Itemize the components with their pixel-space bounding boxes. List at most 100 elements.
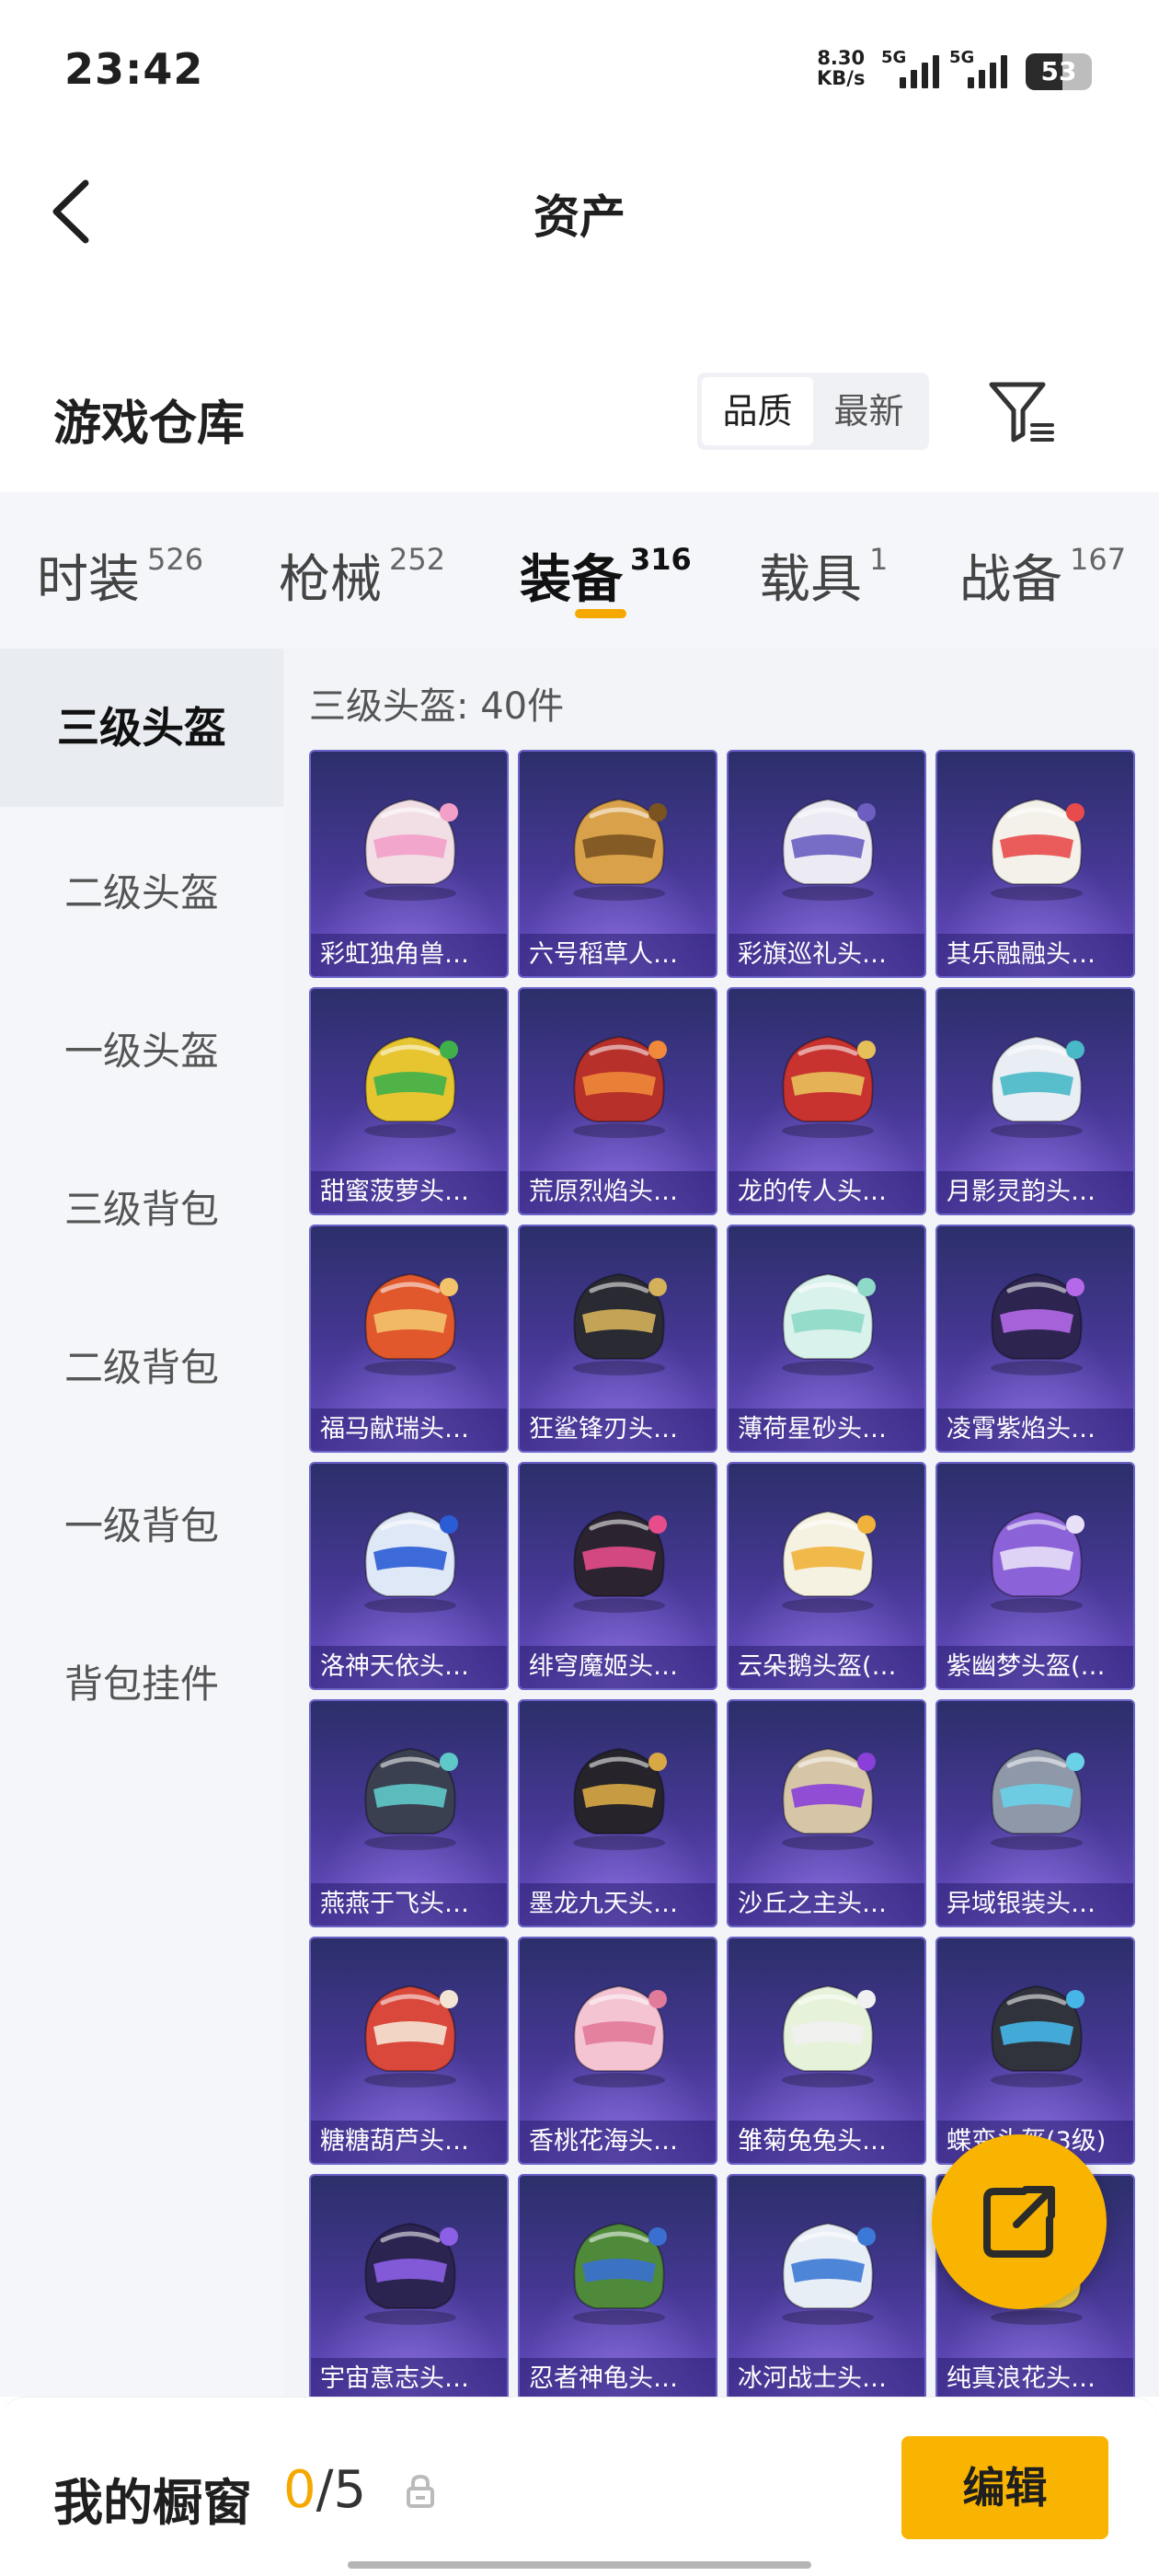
helmet-image <box>364 1272 458 1375</box>
edit-button[interactable]: 编辑 <box>901 2436 1108 2539</box>
status-time: 23:42 <box>64 44 204 94</box>
item-name: 紫幽梦头盔(… <box>937 1646 1133 1688</box>
item-name: 薄荷星砂头… <box>729 1409 924 1451</box>
tab-supplies[interactable]: 战备 167 <box>959 538 1126 613</box>
item-card[interactable]: 蝶变头盔(3级) <box>935 1937 1135 2165</box>
tab-equipment[interactable]: 装备 316 <box>520 538 692 613</box>
network-speed: 8.30 KB/s <box>817 48 865 88</box>
item-card[interactable]: 香桃花海头… <box>518 1937 717 2165</box>
item-card[interactable]: 龙的传人头… <box>727 987 926 1215</box>
sidebar-item-level3-helmet[interactable]: 三级头盔 <box>0 649 283 807</box>
helmet-image <box>991 1510 1084 1613</box>
item-card[interactable]: 绯穹魔姬头… <box>518 1462 717 1690</box>
item-name: 六号稻草人… <box>520 934 716 976</box>
share-icon <box>983 2186 1055 2258</box>
item-name: 沙丘之主头… <box>729 1883 924 1926</box>
helmet-image <box>573 1984 667 2087</box>
item-card[interactable]: 狂鲨锋刃头… <box>518 1225 717 1453</box>
sidebar-item-level2-backpack[interactable]: 二级背包 <box>0 1337 283 1393</box>
sort-toggle: 品质 最新 <box>697 373 929 450</box>
home-indicator[interactable] <box>348 2561 811 2569</box>
helmet-image <box>573 1035 667 1138</box>
showcase-bar: 我的橱窗 0/5 编辑 <box>0 2397 1159 2576</box>
item-card[interactable]: 洛神天依头… <box>309 1462 509 1690</box>
item-card[interactable]: 宇宙意志头… <box>309 2174 509 2402</box>
helmet-image <box>991 1035 1084 1138</box>
helmet-image <box>364 798 458 901</box>
item-name: 绯穹魔姬头… <box>520 1646 716 1688</box>
item-card[interactable]: 荒原烈焰头… <box>518 987 717 1215</box>
signal-icon-sim1: 5G <box>881 48 939 88</box>
item-name: 彩虹独角兽… <box>311 934 507 976</box>
item-card[interactable]: 雏菊兔兔头… <box>727 1937 926 2165</box>
helmet-image <box>991 1272 1084 1375</box>
item-name: 香桃花海头… <box>520 2121 716 2163</box>
sort-option-quality[interactable]: 品质 <box>702 377 813 445</box>
helmet-image <box>573 1272 667 1375</box>
helmet-image <box>782 1984 876 2087</box>
helmet-image <box>991 1984 1084 2087</box>
filter-icon <box>989 382 1054 443</box>
tab-vehicles[interactable]: 载具 1 <box>759 538 888 613</box>
item-card[interactable]: 沙丘之主头… <box>727 1699 926 1927</box>
item-card[interactable]: 冰河战士头… <box>727 2174 926 2402</box>
helmet-image <box>782 1747 876 1850</box>
helmet-image <box>364 1747 458 1850</box>
sidebar-item-level3-backpack[interactable]: 三级背包 <box>0 1179 283 1235</box>
helmet-image <box>782 1035 876 1138</box>
item-card[interactable]: 彩旗巡礼头… <box>727 750 926 978</box>
item-name: 月影灵韵头… <box>937 1171 1133 1213</box>
showcase-count: 0/5 <box>283 2460 367 2520</box>
battery-icon: 53 <box>1026 53 1092 90</box>
showcase-label: 我的橱窗 <box>53 2474 252 2532</box>
category-tabs: 时装 526 枪械 252 装备 316 载具 1 战备 167 <box>0 492 1159 649</box>
item-card[interactable]: 异域银装头… <box>935 1699 1135 1927</box>
item-card[interactable]: 凌霄紫焰头… <box>935 1225 1135 1453</box>
item-card[interactable]: 福马献瑞头… <box>309 1225 509 1453</box>
sidebar-item-backpack-charm[interactable]: 背包挂件 <box>0 1653 283 1709</box>
sidebar-item-level1-helmet[interactable]: 一级头盔 <box>0 1020 283 1076</box>
battery-level: 53 <box>1040 56 1077 86</box>
item-card[interactable]: 甜蜜菠萝头… <box>309 987 509 1215</box>
helmet-image <box>991 1747 1084 1850</box>
item-card[interactable]: 燕燕于飞头… <box>309 1699 509 1927</box>
item-card[interactable]: 墨龙九天头… <box>518 1699 717 1927</box>
item-name: 糖糖葫芦头… <box>311 2121 507 2163</box>
helmet-image <box>364 1035 458 1138</box>
filter-button[interactable] <box>986 377 1060 449</box>
helmet-image <box>782 1510 876 1613</box>
item-card[interactable]: 紫幽梦头盔(… <box>935 1462 1135 1690</box>
item-name: 荒原烈焰头… <box>520 1171 716 1213</box>
item-name: 龙的传人头… <box>729 1171 924 1213</box>
item-name: 凌霄紫焰头… <box>937 1409 1133 1451</box>
sort-option-latest[interactable]: 最新 <box>813 377 924 445</box>
item-name: 忍者神龟头… <box>520 2358 716 2400</box>
share-button[interactable] <box>932 2134 1107 2309</box>
item-name: 宇宙意志头… <box>311 2358 507 2400</box>
sidebar-item-level2-helmet[interactable]: 二级头盔 <box>0 862 283 918</box>
item-name: 洛神天依头… <box>311 1646 507 1688</box>
helmet-image <box>782 1272 876 1375</box>
helmet-image <box>573 2222 667 2325</box>
tab-fashion[interactable]: 时装 526 <box>37 538 203 613</box>
tab-weapons[interactable]: 枪械 252 <box>279 538 445 613</box>
item-name: 异域银装头… <box>937 1883 1133 1926</box>
item-name: 福马献瑞头… <box>311 1409 507 1451</box>
item-name: 甜蜜菠萝头… <box>311 1171 507 1213</box>
item-name: 云朵鹅头盔(… <box>729 1646 924 1688</box>
helmet-image <box>573 1747 667 1850</box>
item-card[interactable]: 六号稻草人… <box>518 750 717 978</box>
item-card[interactable]: 彩虹独角兽… <box>309 750 509 978</box>
item-card[interactable]: 薄荷星砂头… <box>727 1225 926 1453</box>
item-card[interactable]: 月影灵韵头… <box>935 987 1135 1215</box>
item-card[interactable]: 糖糖葫芦头… <box>309 1937 509 2165</box>
item-name: 墨龙九天头… <box>520 1883 716 1926</box>
item-card[interactable]: 其乐融融头… <box>935 750 1135 978</box>
item-card[interactable]: 忍者神龟头… <box>518 2174 717 2402</box>
item-card[interactable]: 云朵鹅头盔(… <box>727 1462 926 1690</box>
sidebar-item-level1-backpack[interactable]: 一级背包 <box>0 1495 283 1551</box>
active-tab-indicator <box>575 609 626 618</box>
item-name: 彩旗巡礼头… <box>729 934 924 976</box>
item-name: 冰河战士头… <box>729 2358 924 2400</box>
helmet-image <box>782 798 876 901</box>
